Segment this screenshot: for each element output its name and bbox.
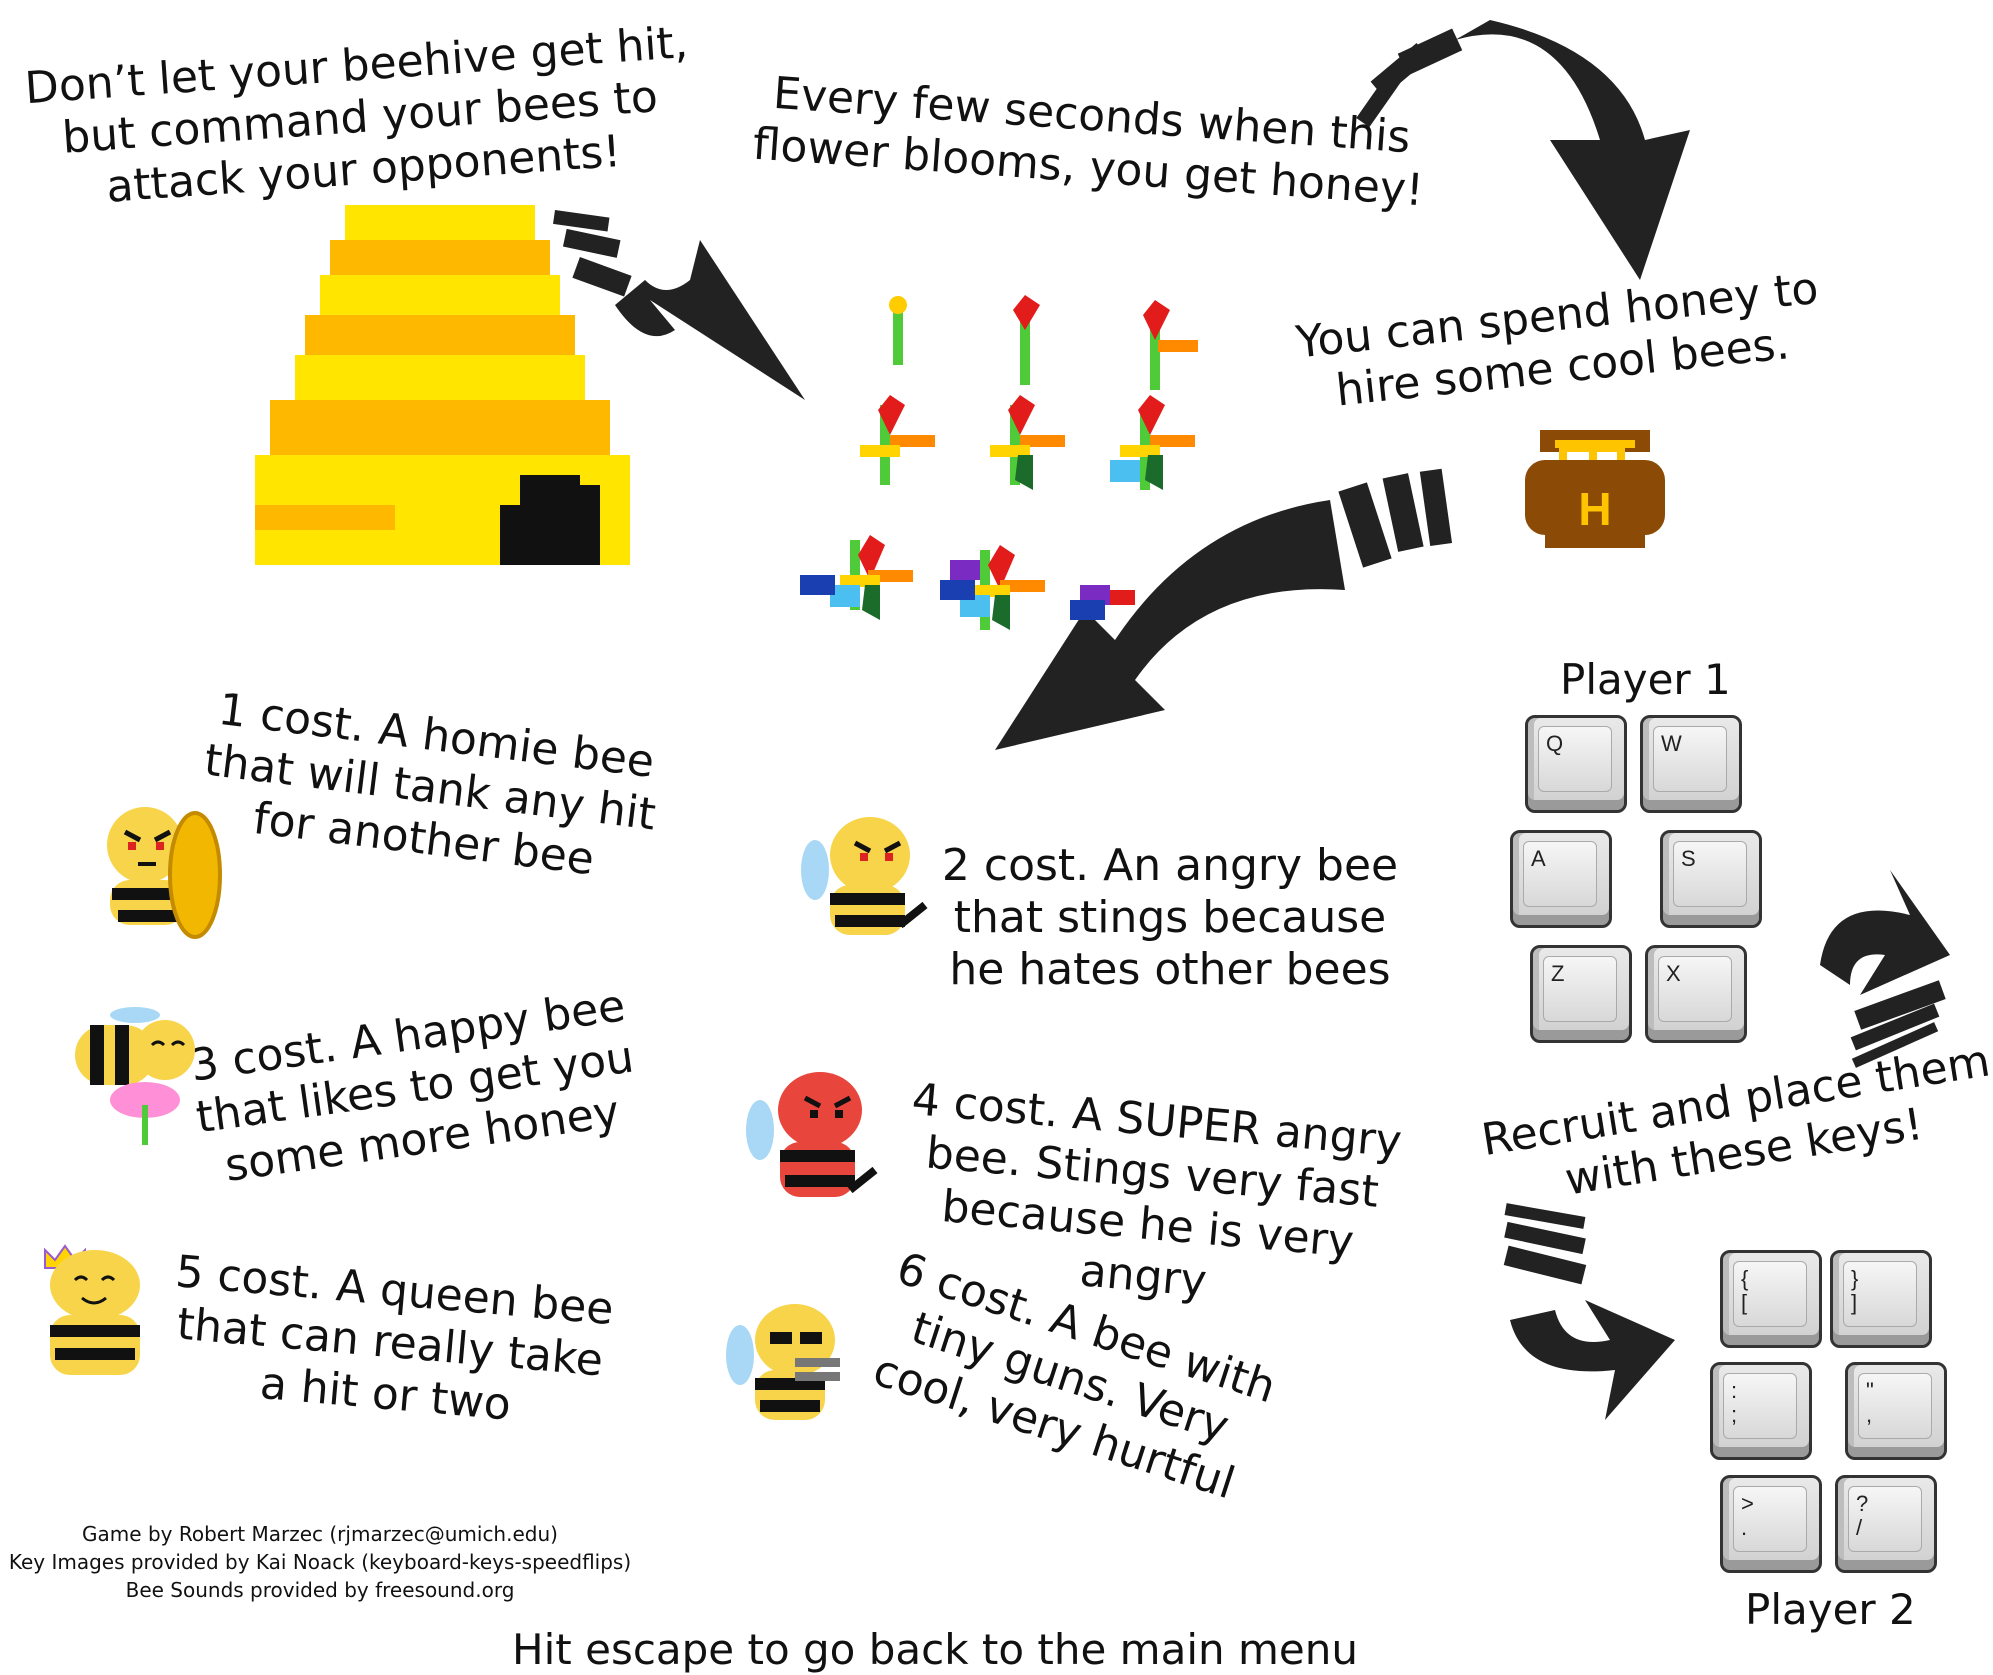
arrow-keys-down-icon xyxy=(1503,1203,1675,1420)
p1-key-x-label: X xyxy=(1666,961,1681,986)
p1-key-a-label: A xyxy=(1531,846,1546,871)
p2-key-period-label: > . xyxy=(1741,1491,1754,1541)
flower-stage-6 xyxy=(1110,395,1195,490)
p2-key-slash-label: ? / xyxy=(1856,1491,1869,1541)
p1-key-s: S xyxy=(1660,830,1762,928)
p2-key-brace-left-label: { [ xyxy=(1741,1266,1749,1316)
credit-line-sounds: Bee Sounds provided by freesound.org xyxy=(125,1578,515,1602)
p2-key-slash: ? / xyxy=(1835,1475,1937,1573)
player2-label: Player 2 xyxy=(1745,1585,1916,1634)
p1-key-s-label: S xyxy=(1681,846,1696,871)
homie-bee-icon xyxy=(107,807,222,939)
flower-stage-7 xyxy=(800,535,913,620)
honey-pot-letter: H xyxy=(1578,483,1611,535)
p2-key-period: > . xyxy=(1720,1475,1822,1573)
bee1-text: 1 cost. A homie bee that will tank any h… xyxy=(201,683,659,886)
bee3-text: 3 cost. A happy bee that likes to get yo… xyxy=(187,980,637,1192)
arrow-hive-to-flower-icon xyxy=(553,210,805,400)
p1-key-w-label: W xyxy=(1661,731,1682,756)
gun-bee-icon xyxy=(726,1304,840,1420)
intro-text: Don’t let your beehive get hit, but comm… xyxy=(23,17,690,213)
credits: Game by Robert Marzec (rjmarzec@umich.ed… xyxy=(0,1520,640,1604)
credit-line-keys: Key Images provided by Kai Noack (keyboa… xyxy=(8,1550,632,1574)
super-angry-bee-icon xyxy=(746,1072,878,1197)
bee2-text: 2 cost. An angry bee that stings because… xyxy=(941,840,1399,995)
p2-key-brace-right: } ] xyxy=(1830,1250,1932,1348)
p1-key-a: A xyxy=(1510,830,1612,928)
happy-bee-icon xyxy=(75,1007,195,1145)
angry-bee-icon xyxy=(801,817,928,935)
flower-text: Every few seconds when this flower bloom… xyxy=(751,67,1426,217)
flower-stage-4 xyxy=(860,395,935,485)
flower-stage-3 xyxy=(1143,300,1198,390)
flower-stage-5 xyxy=(990,395,1065,490)
p1-key-q: Q xyxy=(1525,715,1627,813)
flower-stage-1 xyxy=(889,296,907,365)
credit-line-game: Game by Robert Marzec (rjmarzec@umich.ed… xyxy=(82,1522,558,1546)
p1-key-x: X xyxy=(1645,945,1747,1043)
p1-key-q-label: Q xyxy=(1546,731,1564,756)
p1-key-w: W xyxy=(1640,715,1742,813)
p2-key-brace-right-label: } ] xyxy=(1851,1266,1859,1316)
p1-key-z-label: Z xyxy=(1551,961,1565,986)
arrow-keys-up-icon xyxy=(1820,870,1950,1068)
player1-label: Player 1 xyxy=(1560,655,1731,704)
arrow-flower-to-honey-icon xyxy=(1356,20,1690,280)
queen-bee-icon xyxy=(44,1244,140,1375)
p2-key-brace-left: { [ xyxy=(1720,1250,1822,1348)
p2-key-quote: " , xyxy=(1845,1362,1947,1460)
p2-key-colon-label: : ; xyxy=(1731,1378,1738,1428)
p2-key-quote-label: " , xyxy=(1866,1378,1874,1428)
escape-text: Hit escape to go back to the main menu xyxy=(512,1625,1358,1674)
flower-stage-8 xyxy=(940,545,1045,630)
flower-growth-icon xyxy=(800,295,1198,630)
p1-key-z: Z xyxy=(1530,945,1632,1043)
p2-key-colon: : ; xyxy=(1710,1362,1812,1460)
honey-pot-icon: H xyxy=(1525,430,1665,548)
recruit-text: Recruit and place them with these keys! xyxy=(1478,1035,1993,1206)
bee5-text: 5 cost. A queen bee that can really take… xyxy=(173,1246,616,1431)
flower-stage-2 xyxy=(1013,295,1040,385)
flower-stage-9 xyxy=(1070,585,1135,620)
